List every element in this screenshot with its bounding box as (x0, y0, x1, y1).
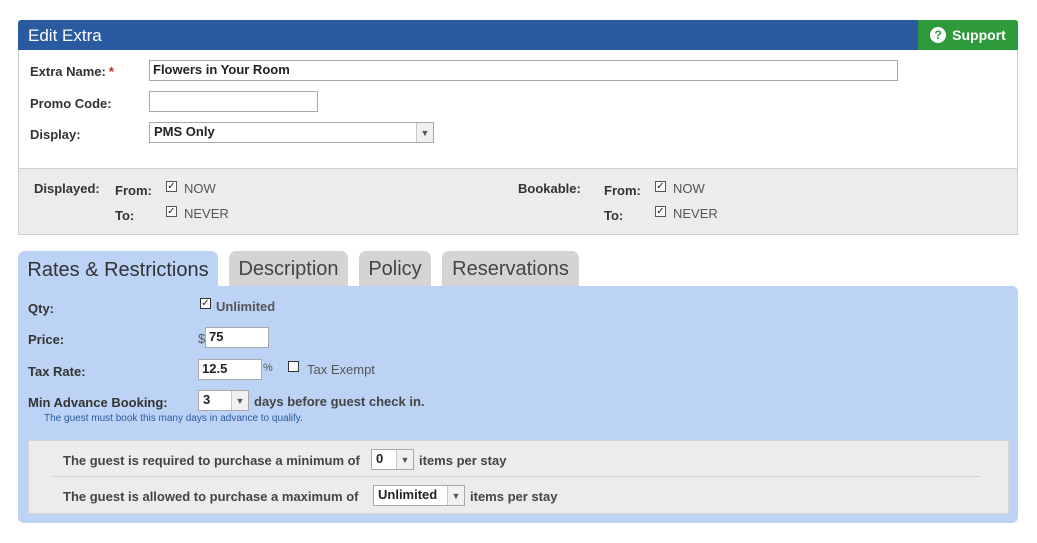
divider (53, 476, 980, 477)
unlimited-label: Unlimited (216, 299, 276, 314)
required-mark: * (108, 64, 114, 79)
bookable-label: Bookable: (518, 181, 581, 196)
min-advance-suffix: days before guest check in. (254, 394, 425, 409)
chevron-down-icon: ▼ (416, 123, 433, 142)
support-button[interactable]: ? Support (918, 20, 1018, 50)
percent-sign: % (263, 362, 273, 374)
displayed-from-label: From: (115, 183, 152, 198)
max-purchase-prefix: The guest is allowed to purchase a maxim… (63, 489, 359, 504)
extra-form: Extra Name: * Flowers in Your Room Promo … (18, 50, 1018, 169)
panel-title: Edit Extra (28, 26, 102, 45)
displayed-to-checkbox[interactable]: ✓ (166, 206, 177, 217)
unlimited-checkbox[interactable]: ✓ (200, 298, 211, 309)
min-advance-label: Min Advance Booking: (28, 395, 168, 410)
rates-panel: Qty: ✓ Unlimited Price: $ 75 Tax Rate: 1… (18, 286, 1018, 523)
price-label: Price: (28, 332, 65, 347)
min-advance-select[interactable]: 3 ▼ (198, 390, 249, 411)
tax-rate-label: Tax Rate: (28, 364, 86, 379)
max-purchase-suffix: items per stay (470, 489, 558, 504)
panel-header: Edit Extra ? Support (18, 20, 1018, 50)
promo-code-label: Promo Code: (30, 96, 112, 111)
chevron-down-icon: ▼ (231, 391, 248, 410)
max-purchase-select[interactable]: Unlimited ▼ (373, 485, 465, 506)
purchase-limits-box: The guest is required to purchase a mini… (28, 440, 1009, 514)
chevron-down-icon: ▼ (396, 450, 413, 469)
displayed-from-value: NOW (184, 181, 216, 196)
tax-exempt-checkbox[interactable] (288, 361, 299, 372)
bookable-from-label: From: (604, 183, 641, 198)
displayed-to-label: To: (115, 208, 135, 223)
bookable-to-checkbox[interactable]: ✓ (655, 206, 666, 217)
promo-code-input[interactable] (149, 91, 318, 112)
tab-description[interactable]: Description (229, 251, 348, 287)
tab-rates-restrictions[interactable]: Rates & Restrictions (18, 251, 218, 289)
tax-exempt-label: Tax Exempt (307, 362, 375, 377)
support-label: Support (952, 27, 1006, 43)
min-purchase-select[interactable]: 0 ▼ (371, 449, 414, 470)
tab-policy[interactable]: Policy (359, 251, 431, 287)
displayed-label: Displayed: (34, 181, 100, 196)
displayed-from-checkbox[interactable]: ✓ (166, 181, 177, 192)
qty-label: Qty: (28, 301, 54, 316)
bookable-from-value: NOW (673, 181, 705, 196)
min-purchase-prefix: The guest is required to purchase a mini… (63, 453, 360, 468)
min-purchase-suffix: items per stay (419, 453, 507, 468)
date-range-box: Displayed: From: ✓ NOW To: ✓ NEVER Booka… (18, 168, 1018, 235)
chevron-down-icon: ▼ (447, 486, 464, 505)
tax-rate-input[interactable]: 12.5 (198, 359, 262, 380)
display-label: Display: (30, 127, 81, 142)
tab-reservations[interactable]: Reservations (442, 251, 579, 287)
extra-name-label: Extra Name: * (30, 64, 114, 79)
help-circle-icon: ? (930, 27, 947, 43)
extra-name-input[interactable]: Flowers in Your Room (149, 60, 898, 81)
bookable-to-label: To: (604, 208, 624, 223)
min-advance-hint: The guest must book this many days in ad… (44, 413, 303, 424)
display-select[interactable]: PMS Only ▼ (149, 122, 434, 143)
price-input[interactable]: 75 (205, 327, 269, 348)
bookable-to-value: NEVER (673, 206, 718, 221)
bookable-from-checkbox[interactable]: ✓ (655, 181, 666, 192)
displayed-to-value: NEVER (184, 206, 229, 221)
